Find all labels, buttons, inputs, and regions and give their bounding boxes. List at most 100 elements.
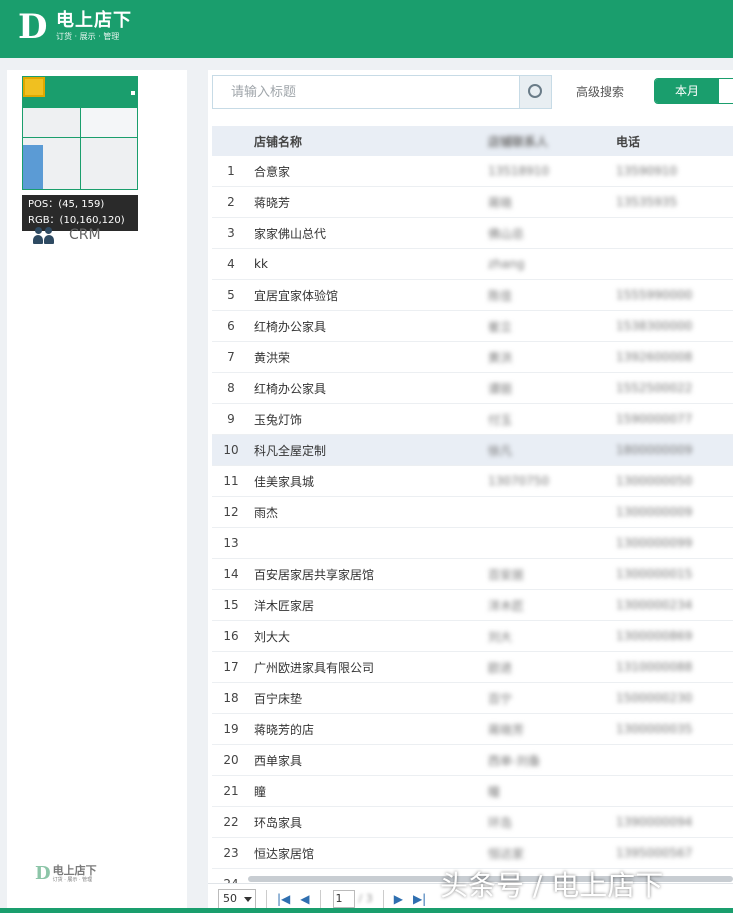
row-index: 2 [227,195,235,209]
table-row[interactable]: 19 蒋晓芳的店 蒋晓芳 1300000035 [212,714,733,745]
period-this-month[interactable]: 本月 [655,79,719,103]
phone-cell: 1300000015 [616,567,693,581]
table-row[interactable]: 10 科凡全屋定制 徐凡 1800000009 [212,435,733,466]
row-index: 1 [227,164,235,178]
sidebar-item-label: CRM [69,227,101,243]
top-bar: D 电上店下 订货 · 展示 · 管理 [0,0,733,58]
last-page-icon[interactable]: ▶| [413,892,426,906]
phone-cell: 1392600008 [616,350,693,364]
phone-cell: 1500000230 [616,691,693,705]
header-name[interactable]: 店铺名称 [250,133,488,150]
app-logo[interactable]: D 电上店下 订货 · 展示 · 管理 [18,9,132,45]
table-row[interactable]: 18 百宁床垫 百宁 1500000230 [212,683,733,714]
page-size-value: 50 [223,891,237,905]
row-index: 20 [223,753,239,767]
store-name-cell: 刘大大 [254,629,291,644]
next-page-icon[interactable]: ▶ [394,892,403,906]
phone-cell: 1395000567 [616,846,693,860]
row-index: 9 [227,412,235,426]
phone-cell: 1390000094 [616,815,693,829]
footer-logo-letter: D [35,863,51,884]
page-number-input[interactable]: 1 [332,889,355,908]
phone-cell: 13590910 [616,164,678,178]
phone-cell: 1300000009 [616,505,693,519]
period-toggle[interactable]: 本月 [654,78,733,104]
phone-cell: 1300000050 [616,474,693,488]
contact-cell: 蒋晓 [488,195,513,210]
table-row[interactable]: 4 kk zhang [212,249,733,280]
footer-logo-title: 电上店下 [52,863,97,877]
row-index: 7 [227,350,235,364]
contact-cell: 黄洪 [488,350,513,365]
store-name-cell: 雨杰 [254,505,279,520]
store-name-cell: 红椅办公家具 [254,319,327,334]
contact-cell: 佛山总 [488,226,525,241]
store-name-cell: 佳美家具城 [254,474,315,489]
table-row[interactable]: 21 瞳 瞳 [212,776,733,807]
row-index: 11 [223,474,239,488]
bottom-bar [0,908,733,913]
contact-cell: 恒达家 [488,846,525,861]
search-icon [528,84,542,98]
row-index: 17 [223,660,239,674]
row-index: 6 [227,319,235,333]
magnifier-preview [22,76,138,190]
row-index: 10 [223,443,239,457]
row-index: 16 [223,629,239,643]
header-phone[interactable]: 电话 [616,133,733,150]
table-row[interactable]: 9 玉兔灯饰 付玉 1590000077 [212,404,733,435]
table-header: 店铺名称 店铺联系人 电话 [212,126,733,156]
divider [266,889,267,908]
contact-cell: 徐凡 [488,443,513,458]
store-name-cell: 广州欧进家具有限公司 [254,660,375,675]
table-row[interactable]: 16 刘大大 刘大 1300000869 [212,621,733,652]
logo-title: 电上店下 [56,10,132,31]
contact-cell: 瞳 [488,784,501,799]
phone-cell: 1590000077 [616,412,693,426]
table-row[interactable]: 11 佳美家具城 13070750 1300000050 [212,466,733,497]
table-row[interactable]: 2 蒋晓芳 蒋晓 13535935 [212,187,733,218]
row-index: 14 [223,567,239,581]
store-name-cell: 环岛家具 [254,815,303,830]
logo-letter: D [18,7,48,47]
table-row[interactable]: 6 红椅办公家具 崔立 1538300000 [212,311,733,342]
prev-page-icon[interactable]: ◀ [300,892,309,906]
table-row[interactable]: 5 宜居宜家体验馆 陈佳 1555990000 [212,280,733,311]
search-input[interactable] [213,76,519,108]
contact-cell: 刘大 [488,629,513,644]
table-row[interactable]: 1 合意家 13518910 13590910 [212,156,733,187]
row-index: 4 [227,257,235,271]
advanced-search-link[interactable]: 高级搜索 [576,83,624,100]
table-row[interactable]: 22 环岛家具 环岛 1390000094 [212,807,733,838]
table-row[interactable]: 14 百安居家居共享家居馆 百安居 1300000015 [212,559,733,590]
row-index: 8 [227,381,235,395]
row-index: 3 [227,226,235,240]
table-row[interactable]: 13 1300000099 [212,528,733,559]
table-row[interactable]: 15 洋木匠家居 洋木匠 1300000234 [212,590,733,621]
tooltip-pos: POS：(45, 159) [28,199,105,210]
contact-cell: 陈佳 [488,288,513,303]
table-row[interactable]: 7 黄洪荣 黄洪 1392600008 [212,342,733,373]
row-index: 12 [223,505,239,519]
phone-cell: 1300000869 [616,629,693,643]
header-contact[interactable]: 店铺联系人 [488,133,616,150]
contact-cell: 百宁 [488,691,513,706]
table-row[interactable]: 8 红椅办公家具 谭丽 1552500022 [212,373,733,404]
contact-cell: 环岛 [488,815,513,830]
table-row[interactable]: 17 广州欧进家具有限公司 欧进 1310000088 [212,652,733,683]
table-row[interactable]: 3 家家佛山总代 佛山总 [212,218,733,249]
table-row[interactable]: 20 西单家具 西单-刘备 [212,745,733,776]
store-name-cell: kk [254,257,268,271]
row-index: 15 [223,598,239,612]
contact-cell: 洋木匠 [488,598,525,613]
contact-cell: 13518910 [488,164,550,178]
sidebar-item-crm[interactable]: CRM [33,226,101,244]
page-size-select[interactable]: 50 [218,888,256,909]
phone-cell: 1300000234 [616,598,693,612]
table-row[interactable]: 12 雨杰 1300000009 [212,497,733,528]
first-page-icon[interactable]: |◀ [277,892,290,906]
row-index: 21 [223,784,239,798]
search-button[interactable] [519,76,551,108]
table-body: 1 合意家 13518910 13590910 2 蒋晓芳 蒋晓 13535935 3 家家佛山总… [212,156,733,900]
store-name-cell: 科凡全屋定制 [254,443,327,458]
